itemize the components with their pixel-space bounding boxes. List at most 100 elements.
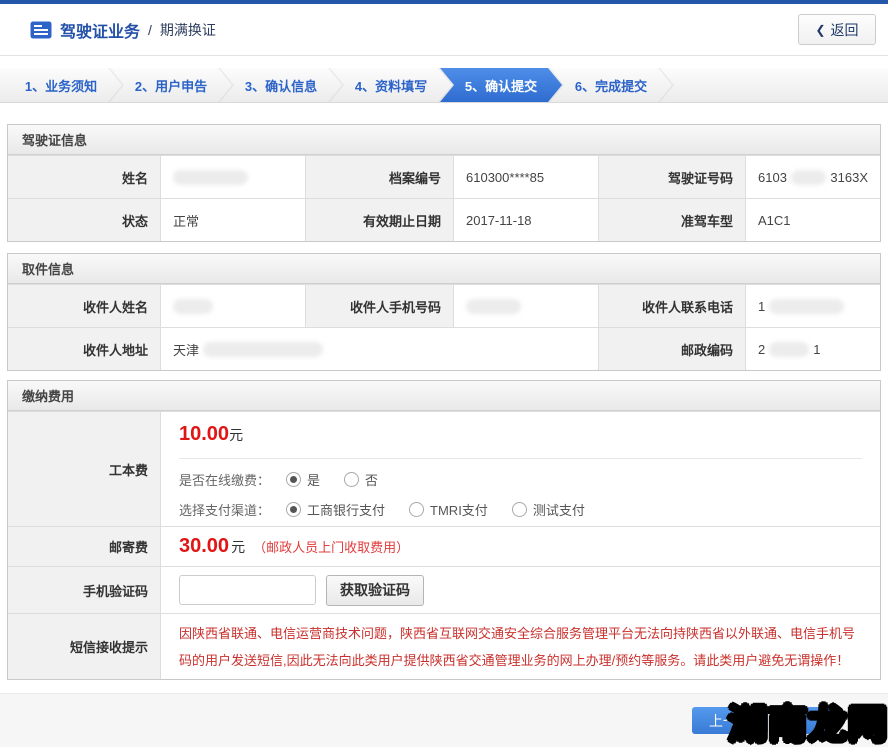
back-button-label: 返回 [831,20,859,40]
postcode-label: 邮政编码 [598,328,745,370]
mail-fee-label: 邮寄费 [8,527,160,566]
vehicle-type-label: 准驾车型 [598,199,745,241]
sms-tip-row: 短信接收提示 因陕西省联通、电信运营商技术问题，陕西省互联网交通安全综合服务管理… [8,613,880,679]
status-value: 正常 [160,199,305,241]
back-button[interactable]: ❮ 返回 [798,14,876,45]
step-wizard: 1、业务须知 2、用户申告 3、确认信息 4、资料填写 5、确认提交 6、完成提… [0,68,888,103]
license-info-title: 驾驶证信息 [8,125,880,155]
radio-unchecked-icon[interactable] [512,502,527,517]
license-number-suffix: 3163X [830,170,868,185]
redacted-license-digits [791,170,826,185]
mail-fee-amount: 30.00 [179,535,229,558]
recipient-address-value: 天津 [160,328,598,370]
radio-unchecked-icon[interactable] [344,472,359,487]
table-row: 姓名 档案编号 610300****85 驾驶证号码 6103 3163X [8,155,880,198]
pickup-info-title: 取件信息 [8,254,880,284]
page-title: 驾驶证业务 [60,18,140,42]
online-pay-yes-label: 是 [307,470,320,489]
production-fee-label: 工本费 [8,412,160,526]
channel-icbc-label: 工商银行支付 [307,500,385,519]
online-pay-question: 是否在线缴费： [179,470,270,489]
currency-unit: 元 [229,425,243,445]
online-pay-no-label: 否 [365,470,378,489]
license-number-prefix: 6103 [758,170,787,185]
chevron-left-icon: ❮ [815,23,825,37]
channel-test-option[interactable]: 测试支付 [512,500,585,519]
step-tab-4[interactable]: 4、资料填写 [330,68,452,102]
step-tab-3[interactable]: 3、确认信息 [220,68,342,102]
page-header: 驾驶证业务 / 期满换证 ❮ 返回 [0,4,888,56]
step-tab-2[interactable]: 2、用户申告 [110,68,232,102]
license-number-label: 驾驶证号码 [598,156,745,198]
channel-question: 选择支付渠道： [179,500,270,519]
production-fee-amount: 10.00 [179,423,229,446]
sms-code-label: 手机验证码 [8,567,160,613]
redacted-name [173,170,248,185]
sms-tip-detail: 因陕西省联通、电信运营商技术问题，陕西省互联网交通安全综合服务管理平台无法向持陕… [160,614,880,679]
pickup-info-section: 取件信息 收件人姓名 收件人手机号码 收件人联系电话 1 收件人地址 天津 邮政… [7,253,881,371]
fees-title: 缴纳费用 [8,381,880,411]
redacted-mobile [466,299,521,314]
redacted-address [203,342,323,357]
name-value [160,156,305,198]
service-list-icon [30,21,52,39]
radio-unchecked-icon[interactable] [409,502,424,517]
online-pay-yes-option[interactable]: 是 [286,470,320,489]
breadcrumb-separator: / [148,22,152,38]
page-subtitle: 期满换证 [160,20,216,40]
recipient-mobile-value [453,285,598,327]
recipient-contact-value: 1 [745,285,880,327]
online-pay-no-option[interactable]: 否 [344,470,378,489]
step-tab-5-active[interactable]: 5、确认提交 [440,68,562,102]
status-label: 状态 [8,199,160,241]
fees-section: 缴纳费用 工本费 10.00 元 是否在线缴费： 是 否 [7,380,881,680]
redacted-contact [769,299,844,314]
recipient-contact-label: 收件人联系电话 [598,285,745,327]
recipient-mobile-label: 收件人手机号码 [305,285,453,327]
redacted-postcode [769,342,809,357]
channel-tmri-label: TMRI支付 [430,500,488,519]
recipient-name-value [160,285,305,327]
sms-tip-label: 短信接收提示 [8,614,160,679]
sms-tip-text: 因陕西省联通、电信运营商技术问题，陕西省互联网交通安全综合服务管理平台无法向持陕… [179,618,862,676]
footer-bar: 上一步 [0,693,888,747]
postcode-suffix: 1 [813,342,820,357]
mail-fee-row: 邮寄费 30.00 元 （邮政人员上门收取费用） [8,526,880,566]
sms-code-detail: 获取验证码 [160,567,880,613]
mail-fee-detail: 30.00 元 （邮政人员上门收取费用） [160,527,880,566]
postcode-prefix: 2 [758,342,765,357]
recipient-name-label: 收件人姓名 [8,285,160,327]
vehicle-type-value: A1C1 [745,199,880,241]
previous-step-button[interactable]: 上一步 [692,707,768,734]
submit-button[interactable] [780,707,832,734]
redacted-recipient-name [173,299,213,314]
production-fee-detail: 10.00 元 是否在线缴费： 是 否 选择支付渠道： [160,412,880,526]
table-row: 收件人姓名 收件人手机号码 收件人联系电话 1 [8,284,880,327]
file-number-label: 档案编号 [305,156,453,198]
get-code-button[interactable]: 获取验证码 [326,575,424,606]
file-number-value: 610300****85 [453,156,598,198]
currency-unit: 元 [231,537,245,557]
step-bar-filler [660,68,888,102]
postcode-value: 2 1 [745,328,880,370]
name-label: 姓名 [8,156,160,198]
table-row: 状态 正常 有效期止日期 2017-11-18 准驾车型 A1C1 [8,198,880,241]
channel-tmri-option[interactable]: TMRI支付 [409,500,488,519]
expiry-label: 有效期止日期 [305,199,453,241]
radio-checked-icon[interactable] [286,472,301,487]
step-tab-1[interactable]: 1、业务须知 [0,68,122,102]
mail-fee-note: （邮政人员上门收取费用） [253,537,409,556]
production-fee-row: 工本费 10.00 元 是否在线缴费： 是 否 [8,411,880,526]
license-number-value: 6103 3163X [745,156,880,198]
step-tab-6[interactable]: 6、完成提交 [550,68,672,102]
sms-code-input[interactable] [179,575,316,605]
channel-icbc-option[interactable]: 工商银行支付 [286,500,385,519]
channel-test-label: 测试支付 [533,500,585,519]
recipient-address-label: 收件人地址 [8,328,160,370]
address-prefix: 天津 [173,340,199,359]
table-row: 收件人地址 天津 邮政编码 2 1 [8,327,880,370]
radio-checked-icon[interactable] [286,502,301,517]
sms-code-row: 手机验证码 获取验证码 [8,566,880,613]
contact-prefix: 1 [758,299,765,314]
expiry-value: 2017-11-18 [453,199,598,241]
